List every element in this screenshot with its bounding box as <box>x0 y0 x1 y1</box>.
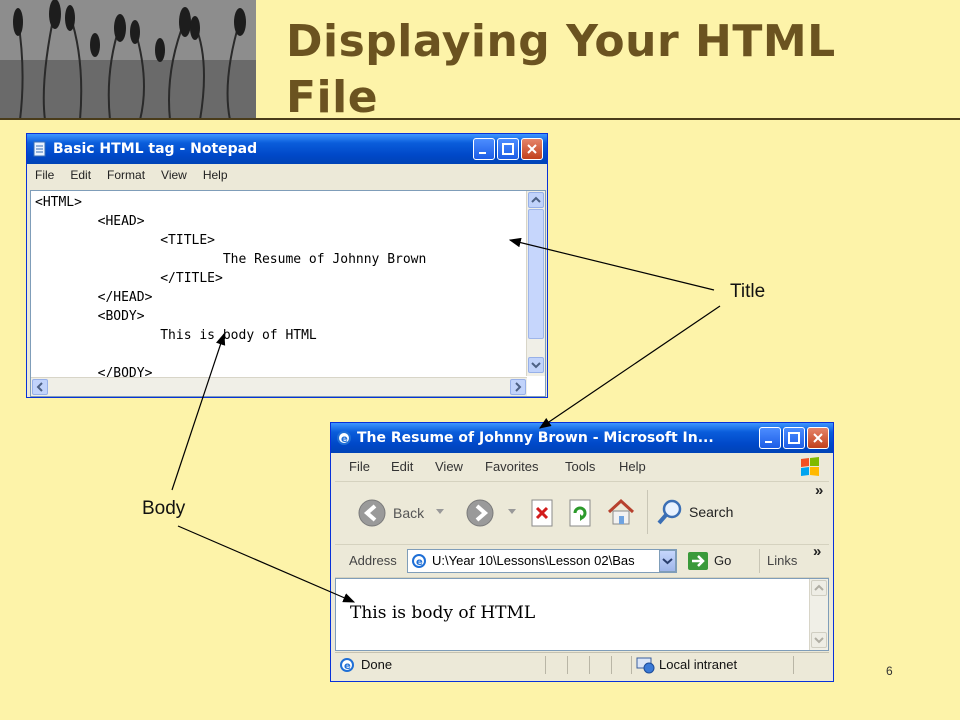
page-number: 6 <box>886 664 893 678</box>
arrow-body-notepad <box>171 332 226 491</box>
arrow-body-browser <box>177 525 356 603</box>
arrow-title-browser <box>539 305 721 429</box>
arrow-title-notepad <box>508 237 715 291</box>
annotation-arrows <box>171 237 721 603</box>
slide: Displaying Your HTML File Basic HTML tag… <box>0 0 960 720</box>
